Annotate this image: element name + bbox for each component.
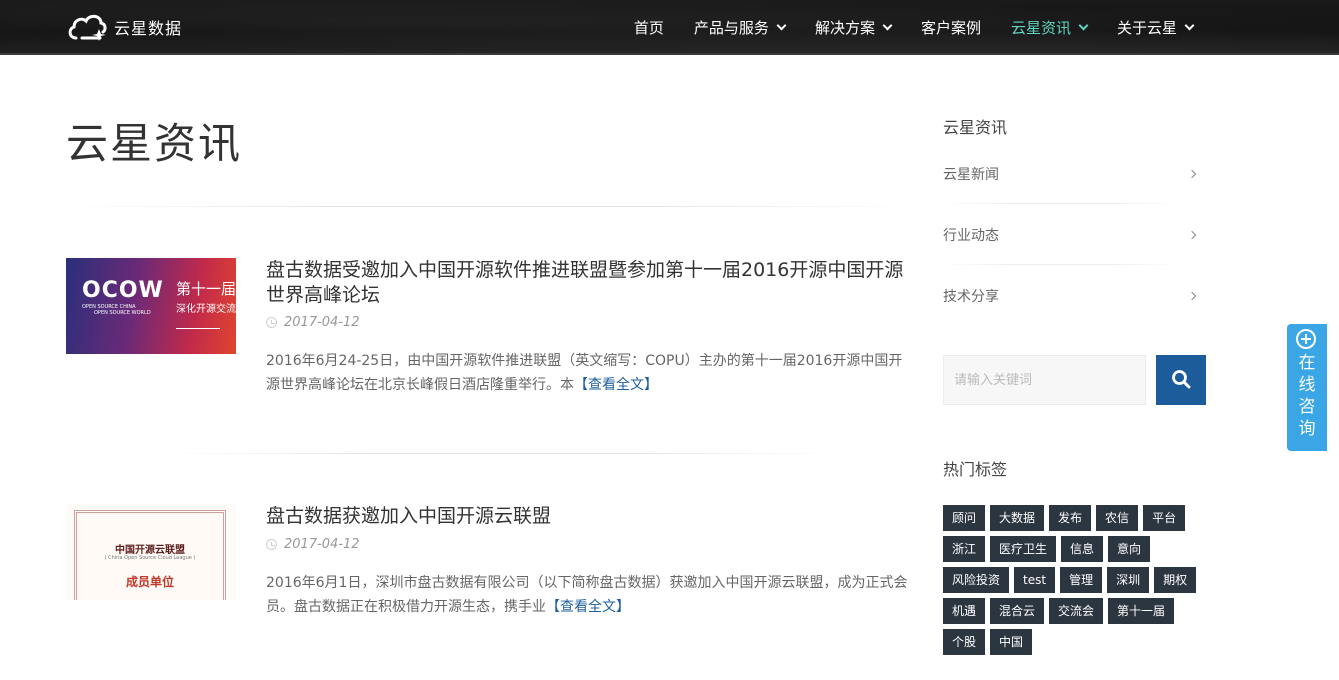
read-more-link[interactable]: 【查看全文】 bbox=[546, 599, 630, 615]
nav-label: 客户案例 bbox=[920, 19, 981, 37]
nav-label: 首页 bbox=[633, 19, 664, 37]
consult-char: 线 bbox=[1298, 375, 1316, 395]
tag-item[interactable]: 深圳 bbox=[1107, 567, 1150, 593]
nav-home[interactable]: 首页 bbox=[634, 17, 664, 38]
chevron-down-icon bbox=[776, 20, 787, 31]
search-button[interactable] bbox=[1156, 355, 1206, 405]
tag-item[interactable]: 中国 bbox=[990, 629, 1033, 655]
tag-item[interactable]: 机遇 bbox=[943, 598, 986, 624]
chevron-down-icon bbox=[1184, 20, 1195, 31]
tags-heading: 热门标签 bbox=[943, 460, 1008, 479]
nav-solutions[interactable]: 解决方案 bbox=[814, 17, 893, 38]
post-excerpt: 2016年6月1日，深圳市盘古数据有限公司（以下简称盘古数据）获邀加入中国开源云… bbox=[266, 571, 916, 619]
tag-item[interactable]: 农信 bbox=[1096, 505, 1139, 531]
cloud-star-logo-icon bbox=[66, 10, 108, 44]
post-title[interactable]: 盘古数据受邀加入中国开源软件推进联盟暨参加第十一届2016开源中国开源世界高峰论… bbox=[266, 258, 916, 308]
divider bbox=[166, 453, 836, 454]
nav-news[interactable]: 云星资讯 bbox=[1010, 17, 1089, 38]
nav-label: 解决方案 bbox=[814, 19, 875, 37]
search-icon bbox=[1171, 369, 1191, 392]
sidebar-item-industry[interactable]: 行业动态 bbox=[943, 204, 1203, 265]
post-thumbnail[interactable]: 中国开源云联盟 ( China Open Source Cloud League… bbox=[66, 504, 236, 600]
tag-item[interactable]: 浙江 bbox=[943, 536, 986, 562]
sidebar-item-label: 云星新闻 bbox=[943, 166, 999, 183]
chevron-down-icon bbox=[1078, 20, 1089, 31]
tag-item[interactable]: 意向 bbox=[1108, 536, 1151, 562]
chevron-right-icon bbox=[1187, 291, 1197, 300]
tag-item[interactable]: 第十一届 bbox=[1108, 598, 1175, 624]
tag-item[interactable]: 期权 bbox=[1154, 567, 1197, 593]
consult-label: 在线咨询 bbox=[1287, 352, 1327, 440]
sidebar-item-label: 技术分享 bbox=[943, 288, 999, 305]
post-date-text: 2017-04-12 bbox=[284, 315, 360, 330]
post-title[interactable]: 盘古数据获邀加入中国开源云联盟 bbox=[266, 504, 916, 529]
news-post: OCOW OPEN SOURCE CHINA OPEN SOURCE WORLD… bbox=[66, 258, 916, 418]
tag-item[interactable]: 管理 bbox=[1060, 567, 1103, 593]
post-thumbnail[interactable]: OCOW OPEN SOURCE CHINA OPEN SOURCE WORLD… bbox=[66, 258, 236, 354]
logo-text: 云星数据 bbox=[114, 19, 183, 38]
thumb-headline: 第十一届 bbox=[176, 280, 236, 298]
tag-item[interactable]: 医疗卫生 bbox=[990, 536, 1057, 562]
sidebar-heading: 云星资讯 bbox=[943, 118, 1008, 137]
nav-label: 关于云星 bbox=[1116, 19, 1177, 37]
news-post: 中国开源云联盟 ( China Open Source Cloud League… bbox=[66, 504, 916, 634]
sidebar-item-yunxing-news[interactable]: 云星新闻 bbox=[943, 143, 1203, 204]
nav-products[interactable]: 产品与服务 bbox=[693, 17, 787, 38]
search-input[interactable] bbox=[943, 355, 1146, 405]
tag-item[interactable]: 发布 bbox=[1049, 505, 1092, 531]
thumb-tagline: 成员单位 bbox=[125, 575, 174, 589]
chevron-right-icon bbox=[1187, 169, 1197, 178]
tag-item[interactable]: 混合云 bbox=[990, 598, 1045, 624]
plus-circle-icon bbox=[1296, 329, 1316, 349]
certificate-frame: 中国开源云联盟 ( China Open Source Cloud League… bbox=[74, 510, 226, 600]
post-date: 2017-04-12 bbox=[266, 537, 360, 552]
consult-char: 咨 bbox=[1298, 397, 1316, 417]
consult-char: 询 bbox=[1298, 419, 1316, 439]
chevron-right-icon bbox=[1187, 230, 1197, 239]
thumb-tagline: 深化开源交流 bbox=[176, 304, 236, 315]
nav-label: 产品与服务 bbox=[693, 19, 769, 37]
read-more-link[interactable]: 【查看全文】 bbox=[574, 377, 658, 393]
tag-item[interactable]: 风险投资 bbox=[943, 567, 1010, 593]
tag-item[interactable]: test bbox=[1014, 567, 1056, 593]
tag-item[interactable]: 大数据 bbox=[990, 505, 1045, 531]
post-excerpt: 2016年6月24-25日，由中国开源软件推进联盟（英文缩写：COPU）主办的第… bbox=[266, 349, 916, 397]
logo[interactable]: 云星数据 bbox=[66, 10, 182, 44]
page-title: 云星资讯 bbox=[66, 119, 243, 168]
post-date: 2017-04-12 bbox=[266, 315, 360, 330]
nav-cases[interactable]: 客户案例 bbox=[921, 17, 981, 38]
consult-char: 在 bbox=[1298, 353, 1316, 373]
online-consult-button[interactable]: 在线咨询 bbox=[1287, 324, 1327, 451]
tag-item[interactable]: 交流会 bbox=[1049, 598, 1104, 624]
clock-icon bbox=[266, 539, 277, 550]
sidebar-item-label: 行业动态 bbox=[943, 227, 999, 244]
thumb-rule bbox=[176, 328, 220, 329]
tag-item[interactable]: 个股 bbox=[943, 629, 986, 655]
tag-item[interactable]: 信息 bbox=[1061, 536, 1104, 562]
main-nav: 首页 产品与服务 解决方案 客户案例 云星资讯 关于云星 bbox=[604, 0, 1195, 55]
chevron-down-icon bbox=[882, 20, 893, 31]
thumb-subtitle: ( China Open Source Cloud League ) bbox=[104, 555, 196, 561]
sidebar-item-tech[interactable]: 技术分享 bbox=[943, 265, 1203, 326]
thumb-subtitle: OPEN SOURCE WORLD bbox=[94, 310, 151, 316]
post-date-text: 2017-04-12 bbox=[284, 537, 360, 552]
top-navbar: 云星数据 首页 产品与服务 解决方案 客户案例 云星资讯 关于云星 bbox=[0, 0, 1339, 55]
thumb-brand: OCOW bbox=[82, 278, 164, 303]
nav-label: 云星资讯 bbox=[1010, 19, 1071, 37]
tag-item[interactable]: 顾问 bbox=[943, 505, 986, 531]
nav-about[interactable]: 关于云星 bbox=[1116, 17, 1195, 38]
thumb-headline: 中国开源云联盟 bbox=[115, 545, 185, 556]
clock-icon bbox=[266, 317, 277, 328]
tag-cloud: 顾问 大数据 发布 农信 平台浙江 医疗卫生 信息 意向风险投资 test 管理 深圳 期权机遇 混合云… bbox=[943, 505, 1208, 660]
tag-item[interactable]: 平台 bbox=[1143, 505, 1186, 531]
divider bbox=[66, 206, 916, 207]
